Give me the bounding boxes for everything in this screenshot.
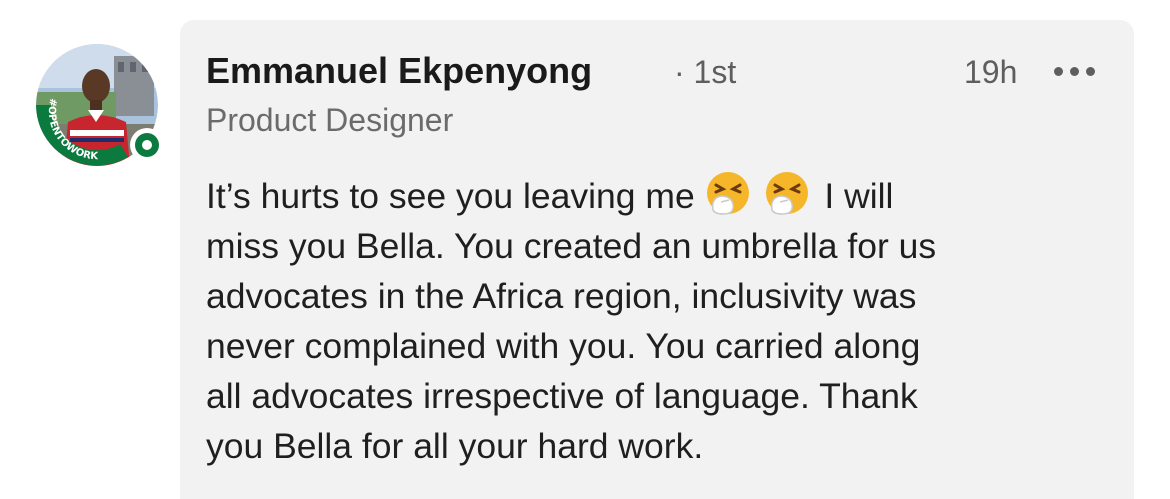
sneezing-face-emoji — [706, 172, 749, 215]
connection-degree: · 1st — [674, 54, 737, 90]
comment-line-4: never complained with you. You carried a… — [206, 326, 921, 366]
comment-line-1b: I will — [824, 176, 894, 216]
comment-line-2: miss you Bella. You created an umbrella … — [206, 226, 937, 266]
comment-line-1: It’s hurts to see you leaving me — [206, 176, 695, 216]
comment-bubble: Emmanuel Ekpenyong · 1st 19h Product Des… — [180, 20, 1134, 499]
comment-line-3: advocates in the Africa region, inclusiv… — [206, 276, 917, 316]
author-name[interactable]: Emmanuel Ekpenyong — [206, 50, 592, 92]
comment-line-6: you Bella for all your hard work. — [206, 426, 704, 466]
comment-line-5: all advocates irrespective of language. … — [206, 376, 918, 416]
open-to-work-badge-icon — [130, 128, 164, 162]
sneezing-face-emoji — [766, 172, 809, 215]
comment-timestamp: 19h — [964, 54, 1018, 90]
more-options-icon[interactable] — [1054, 67, 1095, 76]
author-headline: Product Designer — [206, 102, 454, 138]
avatar[interactable]: #OPENTOWORK — [36, 44, 164, 166]
comment-text: It’s hurts to see you leaving me I will — [206, 170, 1106, 471]
comment: #OPENTOWORK Emmanuel Ekpenyong · 1st 19h… — [0, 0, 1170, 499]
